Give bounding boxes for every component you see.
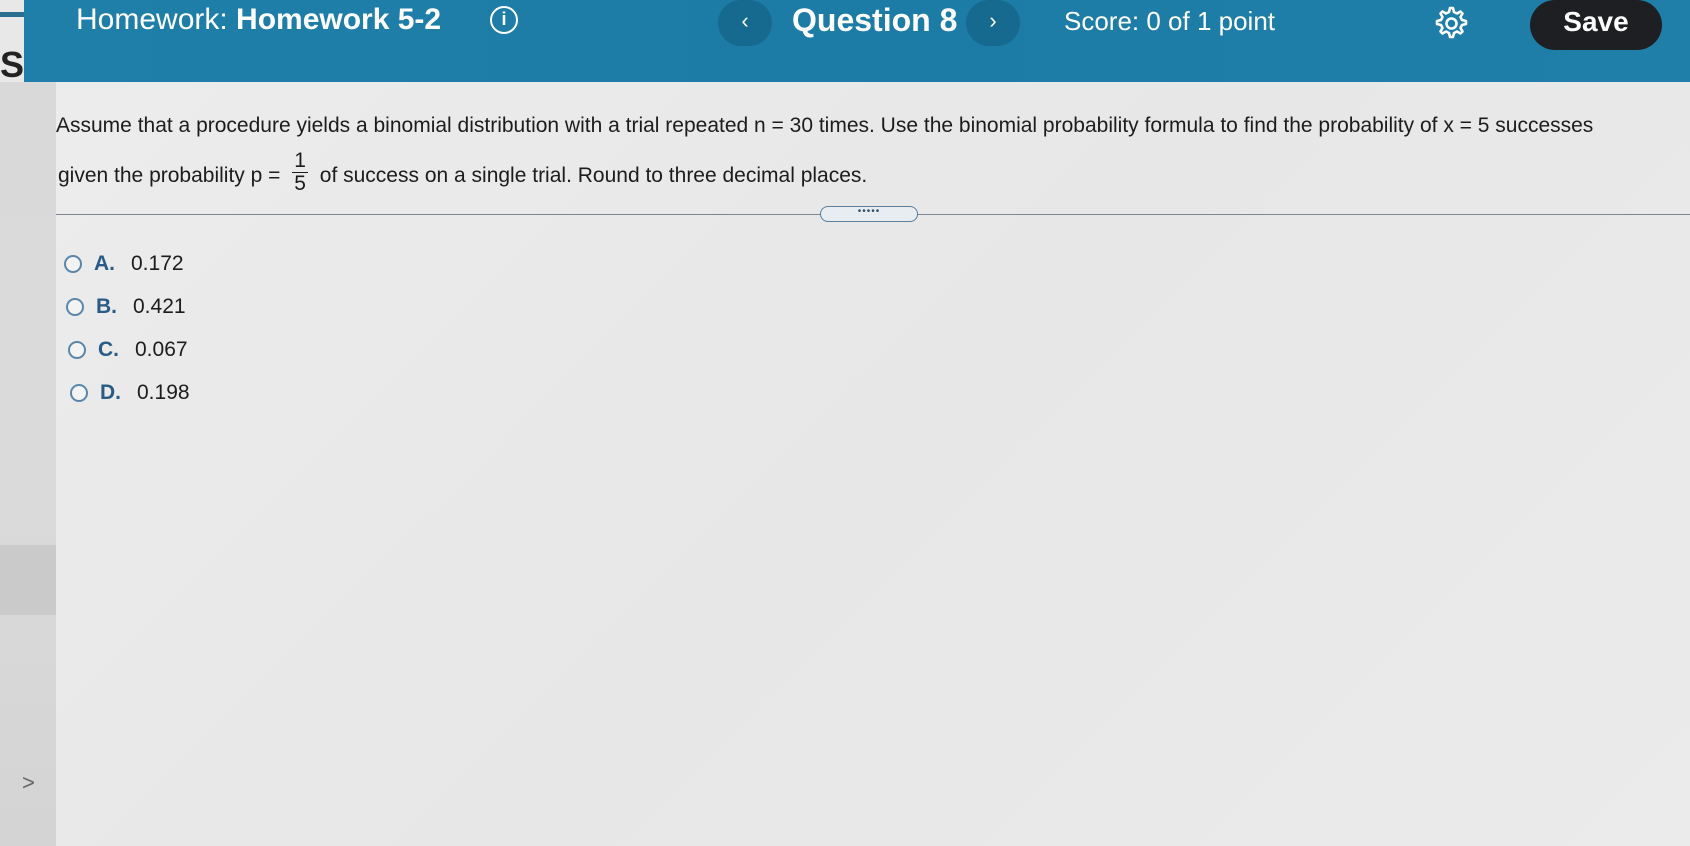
sidebar-band xyxy=(0,545,56,615)
radio-button[interactable] xyxy=(68,340,86,359)
answer-option-a[interactable]: A. 0.172 xyxy=(64,242,190,285)
score-label: Score: 0 of 1 point xyxy=(1064,6,1276,36)
left-sidebar: S > xyxy=(0,0,56,846)
homework-name: Homework 5-2 xyxy=(236,3,442,36)
resize-handle[interactable]: ••••• xyxy=(820,206,918,222)
page: S > Homework: Homework 5-2 i ‹ Question … xyxy=(0,0,1690,846)
info-icon[interactable]: i xyxy=(490,6,518,34)
question-line-2-start: given the probability p = xyxy=(58,164,281,187)
fraction-numerator: 1 xyxy=(292,148,308,173)
answer-option-c[interactable]: C. 0.067 xyxy=(68,328,190,371)
option-value: 0.421 xyxy=(133,294,186,318)
sidebar-letter: S xyxy=(0,44,25,85)
question-panel: Assume that a procedure yields a binomia… xyxy=(56,82,1690,846)
option-value: 0.172 xyxy=(131,251,184,275)
answer-options: A. 0.172 B. 0.421 C. 0.067 D. 0.198 xyxy=(64,242,190,414)
sidebar-top-line xyxy=(0,12,24,17)
radio-button[interactable] xyxy=(66,297,84,316)
radio-button[interactable] xyxy=(64,254,82,273)
answer-option-d[interactable]: D. 0.198 xyxy=(70,371,190,414)
chevron-left-icon: ‹ xyxy=(741,8,749,33)
answer-option-b[interactable]: B. 0.421 xyxy=(66,285,190,328)
question-label: Question 8 xyxy=(792,2,958,38)
chevron-right-icon: › xyxy=(989,8,997,33)
fraction-denominator: 5 xyxy=(294,171,306,195)
homework-prefix: Homework: xyxy=(76,3,228,36)
option-value: 0.198 xyxy=(137,380,190,404)
question-line-2: given the probability p = 1 5 of success… xyxy=(58,149,867,203)
option-letter: C. xyxy=(98,337,119,361)
question-line-1: Assume that a procedure yields a binomia… xyxy=(56,114,1594,137)
previous-question-button[interactable]: ‹ xyxy=(718,0,772,46)
radio-button[interactable] xyxy=(70,383,88,402)
save-button[interactable]: Save xyxy=(1530,0,1662,50)
next-question-button[interactable]: › xyxy=(966,0,1020,46)
probability-fraction: 1 5 xyxy=(292,148,308,195)
option-letter: B. xyxy=(96,294,117,318)
option-value: 0.067 xyxy=(135,337,188,361)
question-line-2-end: of success on a single trial. Round to t… xyxy=(319,164,868,187)
sidebar-expand-icon[interactable]: > xyxy=(22,770,35,796)
header-bar: Homework: Homework 5-2 i ‹ Question 8 › … xyxy=(24,0,1690,82)
gear-icon[interactable] xyxy=(1432,4,1468,40)
homework-title: Homework: Homework 5-2 xyxy=(76,3,441,37)
option-letter: D. xyxy=(100,380,121,404)
option-letter: A. xyxy=(94,251,115,275)
